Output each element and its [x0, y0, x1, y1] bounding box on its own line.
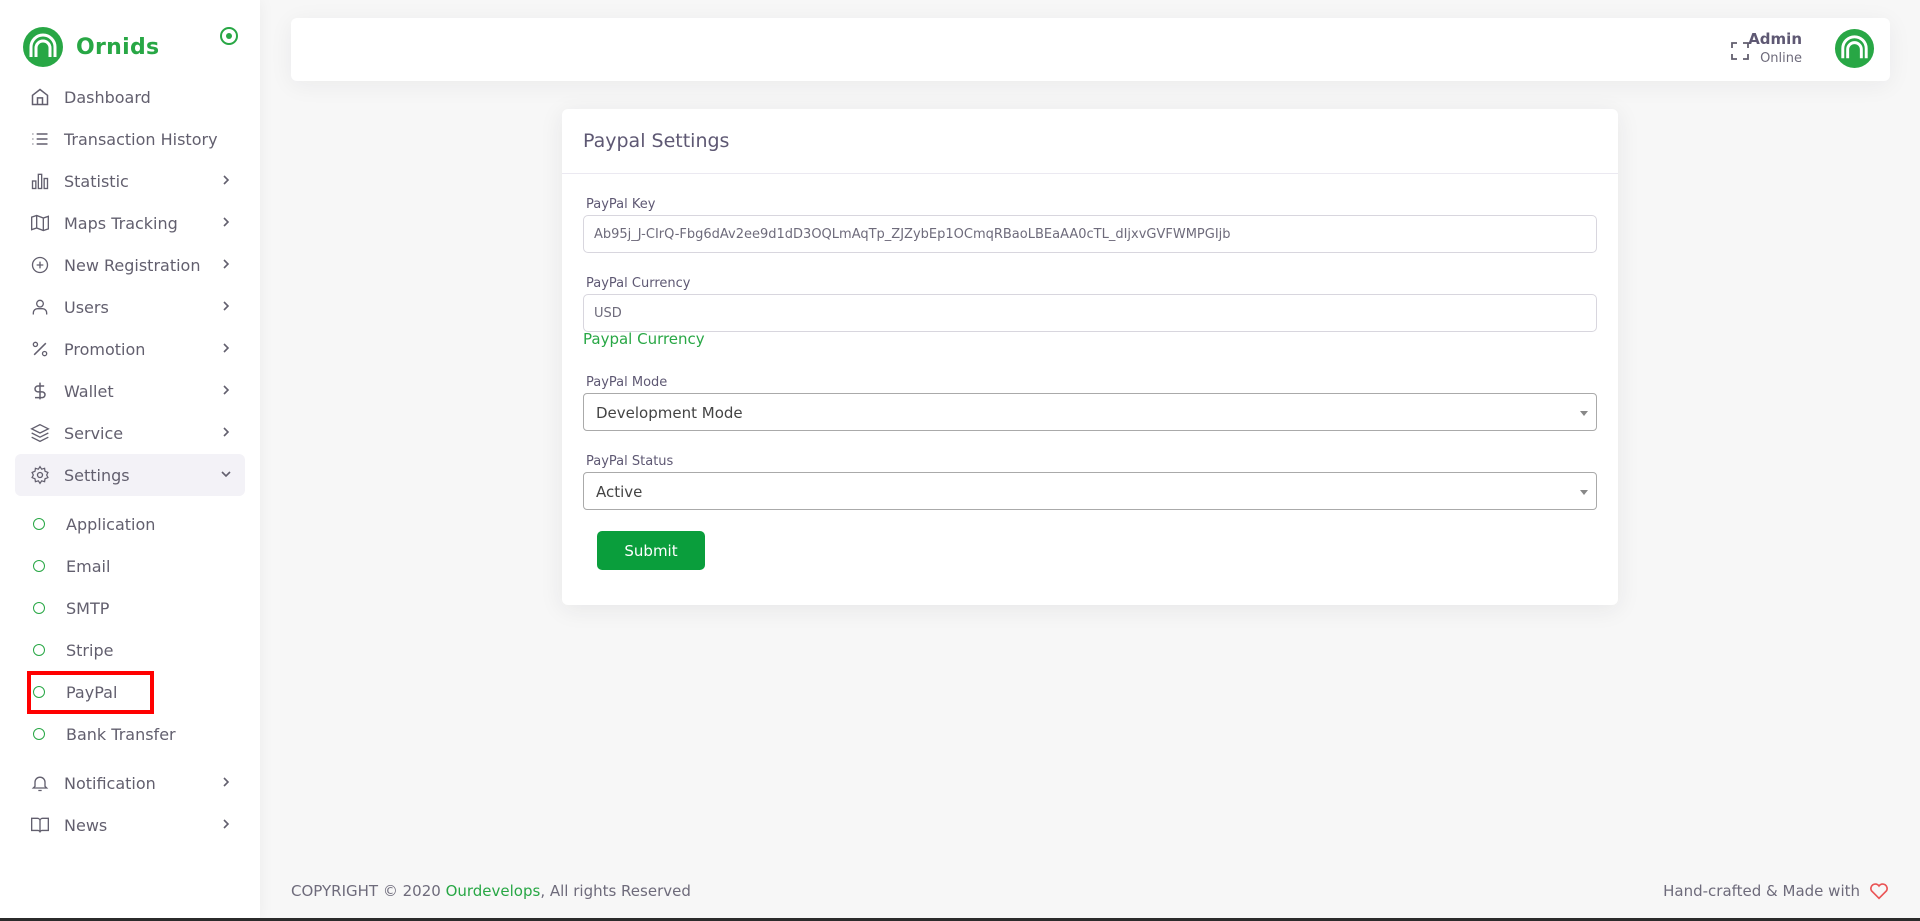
submenu-item-label: SMTP [66, 598, 110, 618]
paypal-status-label: PayPal Status [586, 454, 674, 469]
chevron-right-icon [223, 217, 230, 227]
paypal-currency-input[interactable] [583, 294, 1597, 332]
submenu-item-label: Bank Transfer [66, 724, 176, 744]
paypal-mode-value: Development Mode [596, 404, 743, 422]
sidebar-item-new-registration[interactable]: New Registration [15, 244, 245, 286]
card-title: Paypal Settings [583, 130, 730, 152]
chevron-right-icon [223, 175, 230, 185]
sidebar: Ornids Dashboard Transaction History Sta… [0, 0, 260, 921]
sidebar-item-label: New Registration [64, 255, 201, 275]
paypal-settings-card: Paypal Settings PayPal Key PayPal Curren… [562, 109, 1618, 605]
paypal-status-select[interactable]: Active [583, 472, 1597, 510]
circle-icon [33, 644, 45, 656]
layers-icon [30, 423, 50, 443]
paypal-currency-hint: Paypal Currency [583, 330, 705, 348]
sidebar-item-label: Transaction History [64, 129, 218, 149]
plus-circle-icon [31, 256, 49, 274]
dropdown-arrow-icon [1580, 490, 1588, 495]
list-icon [32, 133, 48, 145]
bar-chart-icon [31, 173, 49, 190]
submenu-item-label: Email [66, 556, 111, 576]
heart-icon [1870, 883, 1888, 900]
submit-button[interactable]: Submit [597, 531, 705, 570]
sidebar-item-label: Promotion [64, 339, 146, 359]
paypal-key-label: PayPal Key [586, 197, 656, 212]
circle-icon [33, 728, 45, 740]
user-name: Admin [1748, 30, 1802, 48]
active-item-highlight [27, 671, 154, 714]
chevron-right-icon [223, 343, 230, 353]
sidebar-item-news[interactable]: News [15, 804, 245, 846]
footer-credit-text: Hand-crafted & Made with [1663, 882, 1860, 900]
avatar[interactable] [1834, 28, 1875, 69]
footer-credit: Hand-crafted & Made with [1663, 880, 1890, 902]
circle-icon [33, 560, 45, 572]
book-icon [31, 817, 49, 833]
sidebar-item-service[interactable]: Service [15, 412, 245, 454]
sidebar-item-label: Wallet [64, 381, 114, 401]
sidebar-toggle-icon[interactable] [219, 26, 239, 46]
sidebar-item-label: Service [64, 423, 124, 443]
chevron-right-icon [223, 301, 230, 311]
map-icon [31, 214, 49, 232]
brand[interactable]: Ornids [22, 26, 159, 68]
sidebar-item-maps-tracking[interactable]: Maps Tracking [15, 202, 245, 244]
chevron-right-icon [223, 427, 230, 437]
sidebar-item-transaction-history[interactable]: Transaction History [15, 118, 245, 160]
submenu-item-application[interactable]: Application [27, 505, 227, 543]
paypal-status-value: Active [596, 483, 643, 501]
home-icon [31, 88, 49, 106]
submenu-item-stripe[interactable]: Stripe [27, 631, 227, 669]
sidebar-item-label: News [64, 815, 108, 835]
chevron-right-icon [223, 777, 230, 787]
dropdown-arrow-icon [1580, 411, 1588, 416]
sidebar-item-statistic[interactable]: Statistic [15, 160, 245, 202]
paypal-mode-select[interactable]: Development Mode [583, 393, 1597, 431]
footer-copyright: COPYRIGHT © 2020 Ourdevelops, All rights… [291, 882, 691, 900]
dollar-icon [34, 382, 46, 400]
sidebar-item-users[interactable]: Users [15, 286, 245, 328]
gear-icon [31, 465, 49, 485]
submenu-item-email[interactable]: Email [27, 547, 227, 585]
submenu-item-label: Application [66, 514, 156, 534]
sidebar-item-label: Notification [64, 773, 156, 793]
submenu-item-smtp[interactable]: SMTP [27, 589, 227, 627]
brand-logo-icon [23, 27, 63, 67]
user-status: Online [1760, 51, 1802, 66]
brand-name: Ornids [76, 34, 160, 60]
paypal-mode-label: PayPal Mode [586, 375, 668, 390]
user-icon [32, 299, 48, 315]
divider [562, 173, 1618, 174]
sidebar-item-label: Dashboard [64, 87, 151, 107]
bell-icon [31, 776, 49, 792]
sidebar-item-label: Settings [64, 465, 130, 485]
sidebar-item-notification[interactable]: Notification [15, 762, 245, 804]
chevron-right-icon [223, 385, 230, 395]
paypal-key-input[interactable] [583, 215, 1597, 253]
sidebar-item-promotion[interactable]: Promotion [15, 328, 245, 370]
sidebar-item-label: Users [64, 297, 109, 317]
chevron-down-icon [221, 471, 231, 478]
chevron-right-icon [223, 259, 230, 269]
copyright-prefix: COPYRIGHT © 2020 [291, 882, 446, 900]
sidebar-item-label: Statistic [64, 171, 129, 191]
sidebar-item-wallet[interactable]: Wallet [15, 370, 245, 412]
submenu-item-label: Stripe [66, 640, 114, 660]
circle-icon [33, 602, 45, 614]
circle-icon [33, 518, 45, 530]
company-link[interactable]: Ourdevelops [446, 882, 541, 900]
copyright-suffix: , All rights Reserved [540, 882, 691, 900]
header-bar: Admin Online [291, 18, 1890, 81]
sidebar-item-settings[interactable]: Settings [15, 454, 245, 496]
submenu-item-bank-transfer[interactable]: Bank Transfer [27, 715, 227, 753]
sidebar-item-dashboard[interactable]: Dashboard [15, 76, 245, 118]
percent-icon [32, 341, 48, 357]
paypal-currency-label: PayPal Currency [586, 276, 691, 291]
chevron-right-icon [223, 819, 230, 829]
sidebar-item-label: Maps Tracking [64, 213, 178, 233]
